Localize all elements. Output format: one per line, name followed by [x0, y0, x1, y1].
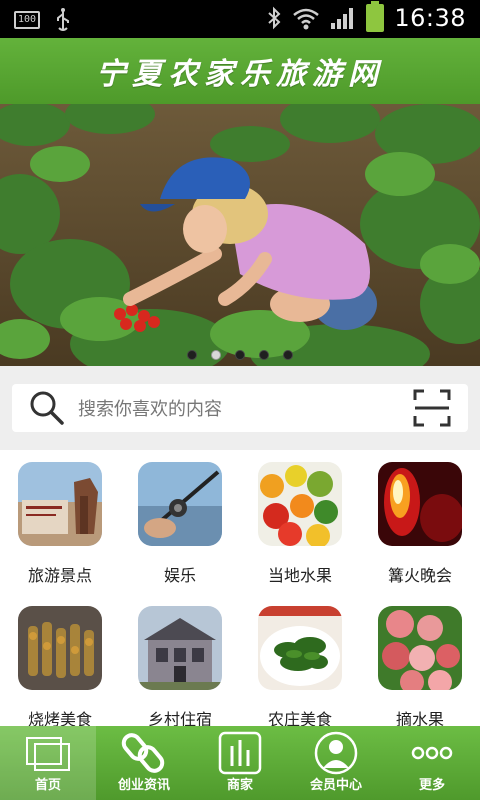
- nav-more[interactable]: 更多: [384, 726, 480, 800]
- wifi-icon: [293, 8, 320, 30]
- signal-icon: [331, 8, 354, 29]
- home-icon: [26, 737, 70, 771]
- nav-member-center[interactable]: 会员中心: [288, 726, 384, 800]
- user-icon: [314, 731, 358, 775]
- carousel-indicators: [0, 350, 480, 360]
- category-label: 篝火晚会: [387, 566, 452, 585]
- category-item-entertainment[interactable]: 娱乐: [120, 450, 240, 585]
- carousel-dot-active[interactable]: [211, 350, 221, 360]
- search-icon[interactable]: [28, 389, 66, 427]
- nav-business-news[interactable]: 创业资讯: [96, 726, 192, 800]
- fishing-icon: [138, 462, 222, 546]
- peaches-icon: [378, 606, 462, 690]
- category-label: 娱乐: [163, 566, 196, 585]
- category-label: 旅游景点: [27, 566, 92, 585]
- fruit-vegetables-icon: [258, 462, 342, 546]
- bluetooth-icon: [268, 6, 281, 30]
- clock: 16:38: [394, 4, 466, 32]
- category-grid: 旅游景点 娱乐 当地水果 篝火晚会 烧烤美食 乡村住宿 农庄美食 摘水果: [0, 450, 480, 729]
- category-item-tourist-attraction[interactable]: 旅游景点: [0, 450, 120, 585]
- nav-label: 首页: [34, 778, 61, 793]
- carousel-dot[interactable]: [259, 350, 269, 360]
- carousel-dot[interactable]: [283, 350, 293, 360]
- category-item-local-fruit[interactable]: 当地水果: [240, 450, 360, 585]
- category-item-bonfire-party[interactable]: 篝火晚会: [360, 450, 480, 585]
- nav-label: 创业资讯: [117, 778, 170, 793]
- banner-carousel[interactable]: [0, 104, 480, 366]
- status-bar: 100 16:38: [0, 0, 480, 38]
- link-icon: [121, 733, 165, 773]
- nav-home[interactable]: 首页: [0, 726, 96, 800]
- more-icon: [411, 746, 453, 760]
- search-placeholder: 搜索你喜欢的内容: [78, 399, 222, 420]
- category-label: 当地水果: [267, 566, 332, 585]
- bottom-navigation: 首页 创业资讯 商家 会员中心 更多: [0, 726, 480, 800]
- category-item-pick-fruit[interactable]: 摘水果: [360, 594, 480, 729]
- bonfire-icon: [378, 462, 462, 546]
- nav-merchants[interactable]: 商家: [192, 726, 288, 800]
- category-item-barbecue[interactable]: 烧烤美食: [0, 594, 120, 729]
- tourist-attraction-icon: [18, 462, 102, 546]
- carousel-dot[interactable]: [187, 350, 197, 360]
- usb-icon: [57, 8, 69, 31]
- battery-icon: [366, 1, 385, 32]
- nav-label: 更多: [418, 778, 445, 793]
- scan-icon[interactable]: [412, 388, 452, 428]
- battery-percent-icon: 100: [14, 11, 40, 29]
- carousel-dot[interactable]: [235, 350, 245, 360]
- banner-image: [0, 104, 480, 366]
- village-lodging-icon: [138, 606, 222, 690]
- category-item-farm-food[interactable]: 农庄美食: [240, 594, 360, 729]
- bar-chart-icon: [218, 731, 262, 775]
- nav-label: 会员中心: [309, 778, 362, 793]
- app-header: 宁夏农家乐旅游网: [0, 38, 480, 104]
- barbecue-icon: [18, 606, 102, 690]
- search-section: 搜索你喜欢的内容: [0, 366, 480, 450]
- search-input[interactable]: 搜索你喜欢的内容: [12, 384, 468, 432]
- farm-dish-icon: [258, 606, 342, 690]
- page-title: 宁夏农家乐旅游网: [96, 57, 384, 92]
- category-item-village-lodging[interactable]: 乡村住宿: [120, 594, 240, 729]
- nav-label: 商家: [226, 778, 253, 793]
